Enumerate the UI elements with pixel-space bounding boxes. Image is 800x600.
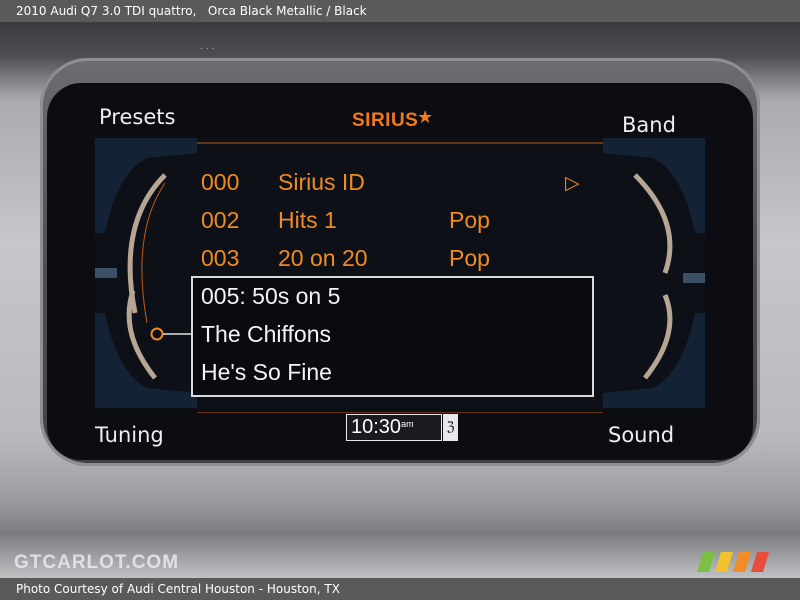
channel-genre: Pop [449, 207, 490, 233]
presets-button[interactable]: Presets [99, 105, 175, 129]
caption-bottom-bar: Photo Courtesy of Audi Central Houston -… [0, 578, 800, 600]
sound-button[interactable]: Sound [608, 423, 674, 447]
screen-graphics [95, 138, 705, 443]
sirius-dog-icon: ★ [417, 107, 434, 128]
clock-ampm: am [401, 419, 414, 429]
play-icon[interactable]: ▷ [565, 172, 580, 194]
sirius-logo: SIRIUS [352, 110, 419, 131]
channel-genre: Pop [449, 245, 490, 271]
decor-dots: . . . [200, 42, 215, 52]
selector-knob[interactable] [150, 327, 164, 341]
channel-name: 20 on 20 [278, 245, 368, 271]
infotainment-screen: Presets Band Tuning Sound SIRIUS ★ 000 S… [47, 83, 753, 460]
channel-number: 003 [201, 245, 240, 271]
popup-channel: 005: 50s on 5 [201, 283, 341, 309]
bluetooth-icon: ℨ [443, 414, 458, 441]
tuning-button[interactable]: Tuning [95, 423, 164, 447]
channel-name: Hits 1 [278, 207, 337, 233]
now-playing-popup: 005: 50s on 5 The Chiffons He's So Fine [191, 276, 594, 397]
clock-display: 10:30am [346, 414, 442, 441]
band-button[interactable]: Band [622, 113, 676, 137]
caption-title: 2010 Audi Q7 3.0 TDI quattro, [16, 4, 197, 18]
popup-artist: The Chiffons [201, 321, 331, 347]
popup-song: He's So Fine [201, 359, 332, 385]
channel-number: 002 [201, 207, 240, 233]
photo-credit: Photo Courtesy of Audi Central Houston -… [16, 582, 340, 596]
caption-top-bar: 2010 Audi Q7 3.0 TDI quattro, Orca Black… [0, 0, 800, 22]
gtcarlot-logo [697, 552, 769, 572]
channel-number: 000 [201, 169, 240, 195]
clock-time: 10:30 [351, 416, 402, 438]
caption-color: Orca Black Metallic / Black [207, 4, 367, 18]
watermark-text: GTCARLOT.COM [14, 552, 180, 573]
channel-name: Sirius ID [278, 169, 365, 195]
